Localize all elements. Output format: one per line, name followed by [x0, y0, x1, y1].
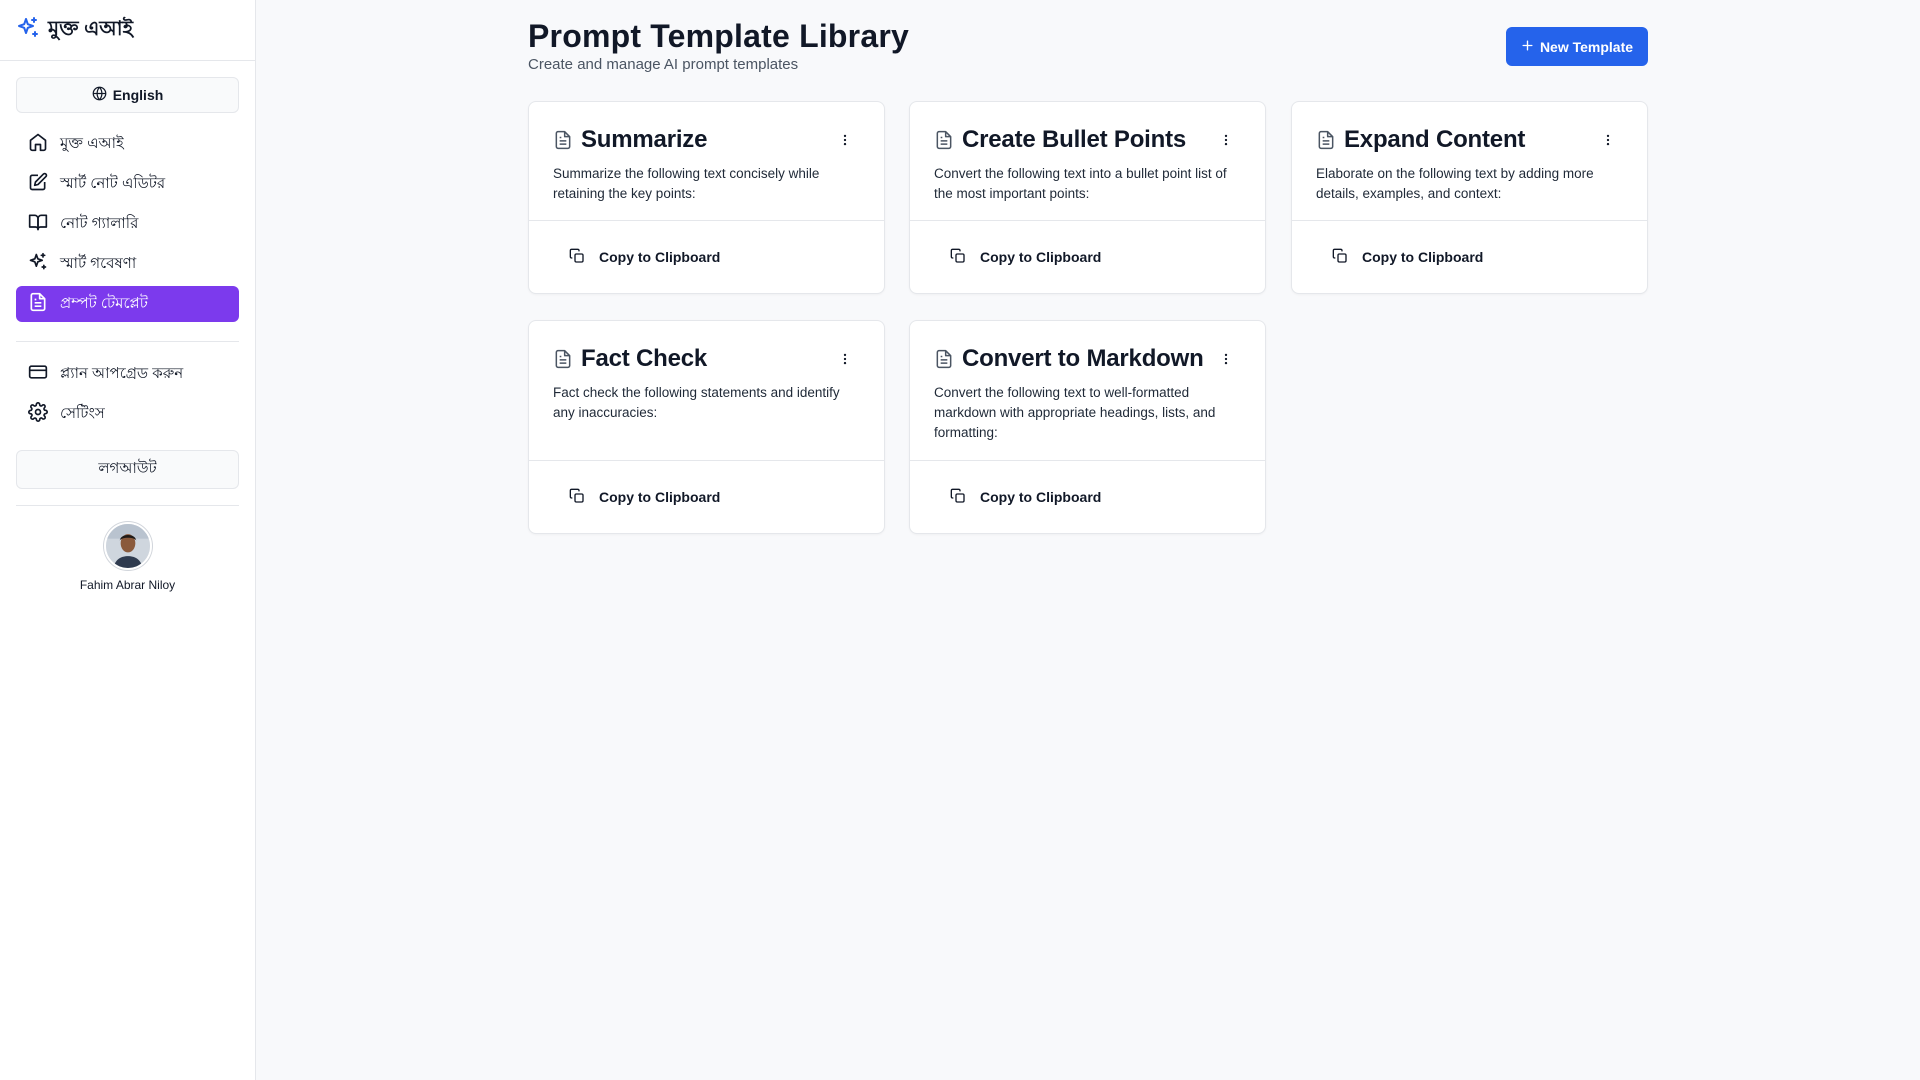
card-description: Convert the following text to well-forma…: [934, 385, 1216, 440]
more-options-icon[interactable]: [1597, 129, 1619, 151]
settings-icon: [28, 402, 48, 426]
copy-to-clipboard-button[interactable]: Copy to Clipboard: [950, 248, 1101, 267]
sparkles-icon: [28, 252, 48, 276]
user-name: Fahim Abrar Niloy: [79, 578, 176, 592]
card-title: Expand Content: [1344, 126, 1526, 153]
template-card: Fact Check Fact check the following stat…: [528, 320, 885, 534]
page-subtitle: Create and manage AI prompt templates: [528, 56, 799, 73]
copy-icon: [1332, 248, 1348, 267]
copy-label: Copy to Clipboard: [599, 489, 721, 505]
sidebar-divider: [16, 505, 239, 506]
file-text-icon: [553, 130, 573, 150]
language-label: English: [112, 87, 164, 103]
more-options-icon[interactable]: [1215, 348, 1237, 370]
file-text-icon: [934, 130, 954, 150]
sidebar-item-label: নোট গ্যালারি: [60, 214, 139, 232]
sidebar-item-note-gallery[interactable]: নোট গ্যালারি: [16, 206, 239, 242]
copy-icon: [950, 488, 966, 507]
template-card: Expand Content Elaborate on the followin…: [1291, 101, 1648, 294]
more-options-icon[interactable]: [1215, 129, 1237, 151]
sidebar-item-home[interactable]: মুক্ত এআই: [16, 126, 239, 162]
sparkles-icon: [16, 16, 40, 45]
copy-to-clipboard-button[interactable]: Copy to Clipboard: [1332, 248, 1483, 267]
copy-to-clipboard-button[interactable]: Copy to Clipboard: [569, 488, 720, 507]
new-template-label: New Template: [1539, 38, 1634, 55]
file-text-icon: [28, 292, 48, 316]
home-icon: [28, 132, 48, 156]
card-footer: Copy to Clipboard: [529, 220, 884, 293]
copy-icon: [569, 248, 585, 267]
user-profile[interactable]: Fahim Abrar Niloy: [16, 522, 239, 592]
copy-to-clipboard-button[interactable]: Copy to Clipboard: [950, 488, 1101, 507]
card-footer: Copy to Clipboard: [910, 220, 1265, 293]
card-title: Create Bullet Points: [962, 126, 1187, 153]
sidebar-item-upgrade-plan[interactable]: প্ল্যান আপগ্রেড করুন: [16, 356, 239, 392]
card-description: Fact check the following statements and …: [553, 385, 840, 420]
copy-icon: [950, 248, 966, 267]
card-title: Summarize: [581, 126, 708, 153]
file-text-icon: [553, 349, 573, 369]
copy-label: Copy to Clipboard: [980, 249, 1102, 265]
book-icon: [28, 212, 48, 236]
sidebar-item-label: প্রম্পট টেমপ্লেট: [60, 294, 148, 312]
sidebar-item-smart-note-editor[interactable]: স্মার্ট নোট এডিটর: [16, 166, 239, 202]
card-description: Elaborate on the following text by addin…: [1316, 166, 1594, 201]
sidebar-item-prompt-templates[interactable]: প্রম্পট টেমপ্লেট: [16, 286, 239, 322]
sidebar-item-settings[interactable]: সেটিংস: [16, 396, 239, 432]
new-template-button[interactable]: New Template: [1506, 27, 1648, 66]
sidebar-divider: [16, 341, 239, 342]
copy-label: Copy to Clipboard: [599, 249, 721, 265]
language-button[interactable]: English: [16, 77, 239, 113]
sidebar-item-label: প্ল্যান আপগ্রেড করুন: [60, 364, 184, 382]
card-description: Summarize the following text concisely w…: [553, 166, 820, 201]
copy-label: Copy to Clipboard: [1362, 249, 1484, 265]
copy-to-clipboard-button[interactable]: Copy to Clipboard: [569, 248, 720, 267]
page-title: Prompt Template Library: [528, 18, 909, 54]
sidebar-item-smart-research[interactable]: স্মার্ট গবেষণা: [16, 246, 239, 282]
copy-icon: [569, 488, 585, 507]
card-title: Convert to Markdown: [962, 345, 1204, 372]
sidebar-item-label: সেটিংস: [60, 404, 105, 422]
sidebar-item-label: মুক্ত এআই: [60, 134, 124, 152]
copy-label: Copy to Clipboard: [980, 489, 1102, 505]
sidebar: মুক্ত এআই English মুক্ত এআই স্মার্ট নোট …: [0, 0, 256, 1080]
more-options-icon[interactable]: [834, 129, 856, 151]
logout-button[interactable]: লগআউট: [16, 450, 239, 489]
card-title: Fact Check: [581, 345, 708, 372]
plus-icon: [1521, 39, 1534, 55]
file-text-icon: [1316, 130, 1336, 150]
card-footer: Copy to Clipboard: [1292, 220, 1647, 293]
sidebar-item-label: স্মার্ট গবেষণা: [60, 254, 137, 272]
template-card: Create Bullet Points Convert the followi…: [909, 101, 1266, 294]
credit-card-icon: [28, 362, 48, 386]
sidebar-nav: মুক্ত এআই স্মার্ট নোট এডিটর নোট গ্যালারি…: [16, 126, 239, 326]
card-footer: Copy to Clipboard: [910, 460, 1265, 533]
edit-icon: [28, 172, 48, 196]
brand[interactable]: মুক্ত এআই: [0, 0, 255, 61]
brand-name: মুক্ত এআই: [48, 17, 134, 40]
card-description: Convert the following text into a bullet…: [934, 166, 1227, 201]
card-footer: Copy to Clipboard: [529, 460, 884, 533]
more-options-icon[interactable]: [834, 348, 856, 370]
sidebar-nav-secondary: প্ল্যান আপগ্রেড করুন সেটিংস: [16, 356, 239, 436]
globe-icon: [92, 86, 107, 104]
sidebar-item-label: স্মার্ট নোট এডিটর: [60, 174, 166, 192]
avatar[interactable]: [103, 522, 152, 570]
page-header: Prompt Template Library Create and manag…: [528, 18, 909, 73]
file-text-icon: [934, 349, 954, 369]
template-card: Summarize Summarize the following text c…: [528, 101, 885, 294]
template-card: Convert to Markdown Convert the followin…: [909, 320, 1266, 534]
